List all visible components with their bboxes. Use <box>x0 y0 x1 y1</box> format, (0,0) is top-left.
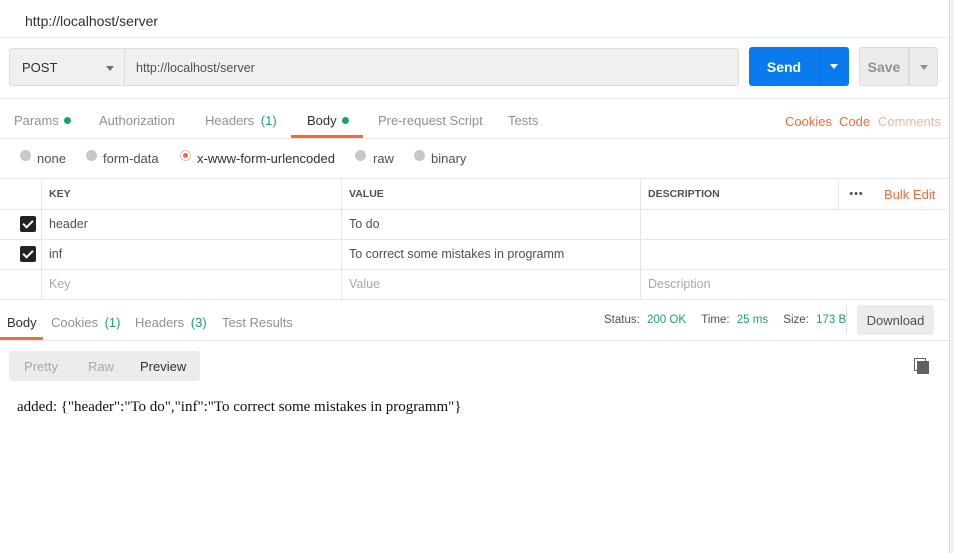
code-link[interactable]: Code <box>839 114 870 129</box>
tab-headers[interactable]: Headers (1) <box>205 113 277 128</box>
send-options-button[interactable] <box>819 47 849 86</box>
title-divider <box>0 37 954 38</box>
body-indicator-dot <box>341 117 349 125</box>
send-button[interactable]: Send <box>749 47 819 86</box>
radio-raw[interactable] <box>355 150 366 161</box>
copy-icon[interactable] <box>914 358 929 374</box>
tab-headers-count: (1) <box>260 113 277 128</box>
row-value[interactable]: To do <box>341 209 640 239</box>
cookies-link[interactable]: Cookies <box>785 114 832 129</box>
resp-tabs-bottom-border <box>0 340 954 341</box>
column-value: VALUE <box>341 179 640 209</box>
resp-tab-cookies-label: Cookies <box>51 315 98 330</box>
params-indicator-dot <box>63 117 71 125</box>
tab-tests[interactable]: Tests <box>508 113 538 128</box>
url-text: http://localhost/server <box>136 61 255 75</box>
method-select[interactable]: POST <box>9 48 125 86</box>
row-key[interactable]: header <box>41 209 341 239</box>
comments-link[interactable]: Comments <box>878 114 941 129</box>
new-key-input[interactable]: Key <box>41 269 341 299</box>
req-tabs-top-border <box>0 98 954 99</box>
size-label: Size: <box>783 314 809 326</box>
caret-down-icon <box>920 65 928 70</box>
radio-urlencoded-label[interactable]: x-www-form-urlencoded <box>197 151 335 166</box>
tab-params[interactable]: Params <box>14 113 71 128</box>
row-checkbox[interactable] <box>20 216 36 232</box>
new-value-input[interactable]: Value <box>341 269 640 299</box>
resp-tab-body[interactable]: Body <box>7 315 37 330</box>
radio-none-label[interactable]: none <box>37 151 66 166</box>
row-value[interactable]: To correct some mistakes in programm <box>341 239 640 269</box>
download-button[interactable]: Download <box>857 305 934 335</box>
tab-body[interactable]: Body <box>307 113 349 128</box>
tab-authorization[interactable]: Authorization <box>99 113 175 128</box>
status-info: Status: 200 OK Time: 25 ms Size: 173 B <box>604 314 846 326</box>
row-checkbox[interactable] <box>20 246 36 262</box>
radio-raw-label[interactable]: raw <box>373 151 394 166</box>
download-label: Download <box>866 312 925 328</box>
resp-tab-test-results[interactable]: Test Results <box>222 315 293 330</box>
caret-down-icon <box>830 64 838 69</box>
status-value: 200 OK <box>647 314 687 326</box>
radio-binary[interactable] <box>414 150 425 161</box>
request-title: http://localhost/server <box>25 13 159 29</box>
save-options-button[interactable] <box>909 47 938 86</box>
size-value: 173 B <box>816 314 847 326</box>
table-new-row: Key Value Description <box>0 269 948 300</box>
url-input[interactable]: http://localhost/server <box>125 48 739 86</box>
time-value: 25 ms <box>736 314 769 326</box>
send-label: Send <box>766 58 802 75</box>
save-label: Save <box>867 58 901 75</box>
column-key: KEY <box>41 179 341 209</box>
view-preview-button[interactable]: Preview <box>140 359 186 374</box>
column-description: DESCRIPTION <box>640 179 838 209</box>
row-key[interactable]: inf <box>41 239 341 269</box>
resp-tab-headers[interactable]: Headers (3) <box>135 315 207 330</box>
resp-tab-cookies-count: (1) <box>104 315 121 330</box>
status-label: Status: <box>604 314 640 326</box>
resp-tab-headers-count: (3) <box>190 315 207 330</box>
params-table: KEY VALUE DESCRIPTION ••• Bulk Edit head… <box>0 178 950 300</box>
save-button[interactable]: Save <box>859 47 909 86</box>
radio-form-data-label[interactable]: form-data <box>103 151 159 166</box>
radio-urlencoded[interactable] <box>180 150 191 161</box>
time-label: Time: <box>701 314 730 326</box>
radio-binary-label[interactable]: binary <box>431 151 466 166</box>
radio-form-data[interactable] <box>86 150 97 161</box>
method-label: POST <box>22 60 58 75</box>
tab-params-label: Params <box>14 113 59 128</box>
req-tabs-bottom-border <box>0 138 954 139</box>
new-description-input[interactable]: Description <box>640 269 948 299</box>
status-divider <box>846 306 847 334</box>
window-right-border <box>949 0 954 553</box>
more-options-icon[interactable]: ••• <box>838 179 874 209</box>
resp-tab-headers-label: Headers <box>135 315 185 330</box>
view-pretty-button[interactable]: Pretty <box>24 359 58 374</box>
resp-tab-cookies[interactable]: Cookies (1) <box>51 315 120 330</box>
response-body-text: added: {"header":"To do","inf":"To corre… <box>17 399 462 415</box>
view-raw-button[interactable]: Raw <box>88 359 114 374</box>
row-description[interactable] <box>640 239 948 269</box>
tab-prerequest-script[interactable]: Pre-request Script <box>378 113 483 128</box>
bulk-edit-link[interactable]: Bulk Edit <box>874 179 948 209</box>
chevron-down-icon <box>106 66 114 71</box>
radio-none[interactable] <box>20 150 31 161</box>
row-description[interactable] <box>640 209 948 239</box>
tab-headers-label: Headers <box>205 113 255 128</box>
table-row: inf To correct some mistakes in programm <box>0 239 948 270</box>
view-mode-bar: Pretty Raw Preview <box>9 351 200 381</box>
tab-body-label: Body <box>307 113 337 128</box>
table-row: header To do <box>0 209 948 240</box>
table-header-row: KEY VALUE DESCRIPTION ••• Bulk Edit <box>0 179 948 210</box>
